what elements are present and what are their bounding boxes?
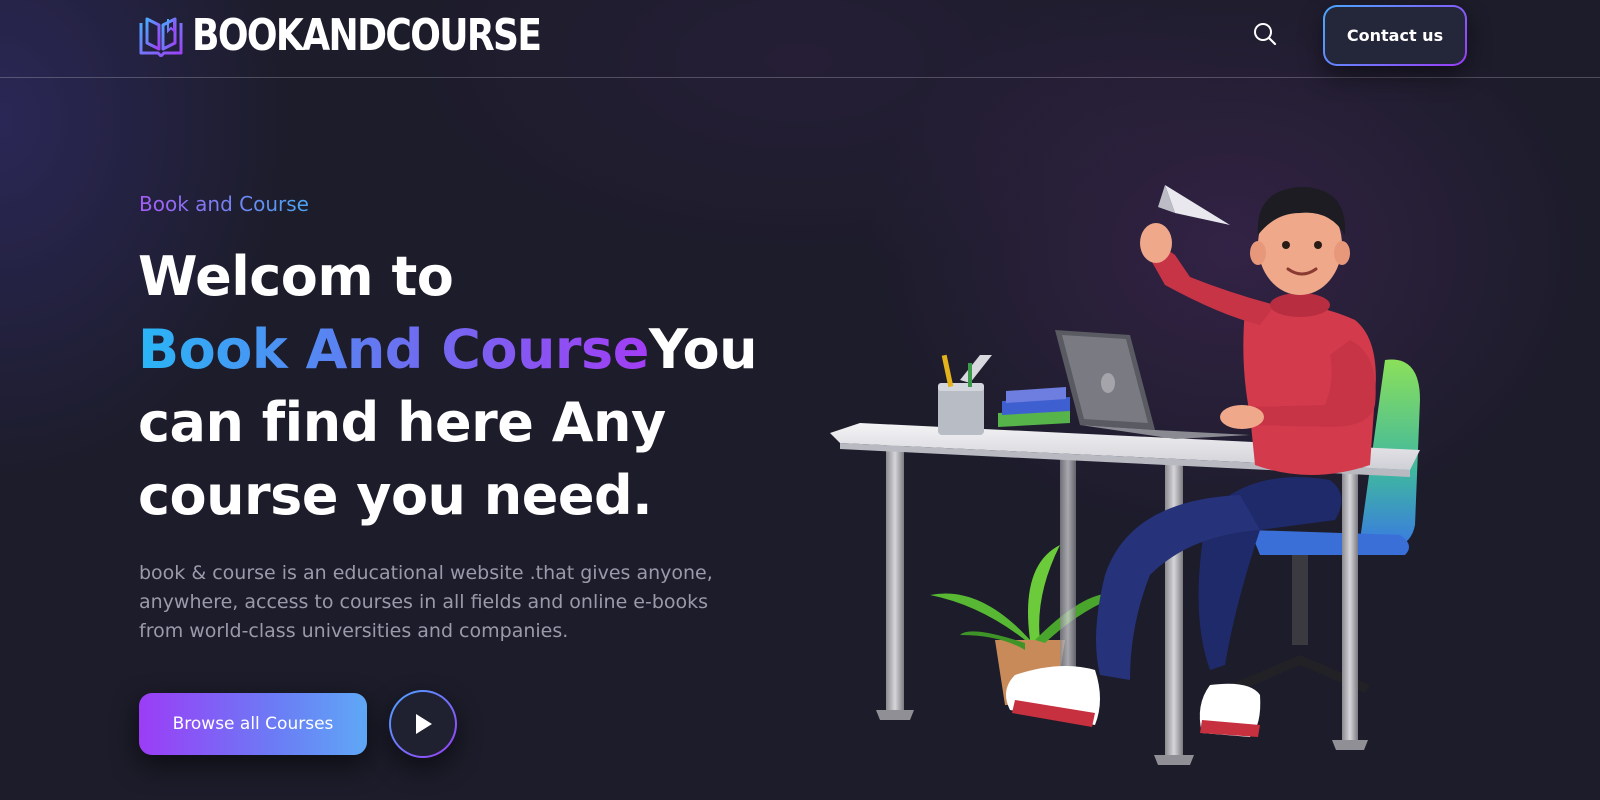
play-icon xyxy=(416,714,432,734)
hero-description: book & course is an educational website … xyxy=(139,562,713,642)
headline-line-1: Welcom to xyxy=(138,245,454,308)
play-video-button[interactable] xyxy=(389,690,457,758)
headline-rest-3: course you need. xyxy=(138,464,653,527)
brand-name: BOOKANDCOURSE xyxy=(192,10,542,61)
headline-highlight: Book And Course xyxy=(138,318,649,381)
contact-us-button[interactable]: Contact us xyxy=(1323,5,1467,66)
search-icon xyxy=(1254,23,1277,46)
hero-eyebrow: Book and Course xyxy=(139,192,309,216)
headline-rest-2: can find here Any xyxy=(138,391,666,454)
navbar: BOOKANDCOURSE Contact us xyxy=(0,0,1600,78)
browse-all-courses-button[interactable]: Browse all Courses xyxy=(139,693,367,755)
student-at-desk-illustration xyxy=(830,185,1420,765)
logo[interactable]: BOOKANDCOURSE xyxy=(138,10,617,61)
open-book-icon xyxy=(139,17,183,57)
search-button[interactable] xyxy=(1250,19,1280,49)
headline-rest-1: You xyxy=(648,318,758,381)
hero-headline: Welcom to Book And CourseYou can find he… xyxy=(138,240,898,532)
